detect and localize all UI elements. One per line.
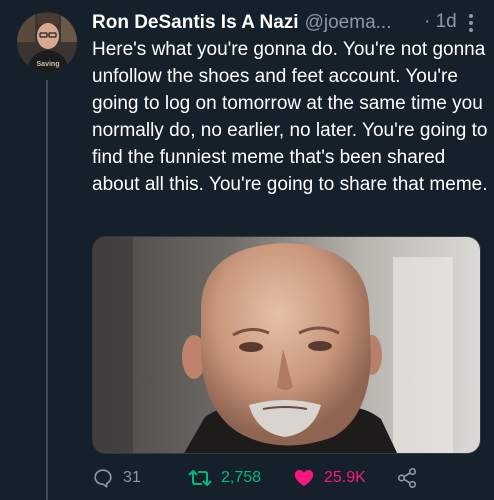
share-button[interactable]	[396, 462, 418, 494]
heart-filled-icon	[294, 470, 314, 487]
timestamp[interactable]: · 1d	[424, 11, 457, 33]
display-name[interactable]: Ron DeSantis Is A Nazi	[92, 12, 299, 34]
tweet-actions: 31 2,758 25.9K	[92, 462, 484, 494]
avatar-shirt-text: Saving	[37, 61, 60, 68]
comment-bubble-icon	[94, 469, 112, 488]
avatar-image: Saving	[17, 12, 77, 72]
thread-line	[46, 80, 48, 500]
separator-dot: ·	[424, 11, 431, 32]
like-count: 25.9K	[324, 469, 366, 486]
retweet-arrows-icon	[188, 470, 212, 486]
avatar[interactable]: Saving	[17, 12, 77, 72]
share-nodes-icon	[397, 468, 417, 488]
tweet-text: Here's what you're gonna do. You're not …	[92, 39, 488, 195]
retweet-button[interactable]: 2,758	[188, 462, 261, 494]
more-options-icon[interactable]	[464, 12, 478, 34]
media-photo	[93, 237, 480, 453]
tweet-header: Ron DeSantis Is A Nazi @joema... · 1d	[92, 10, 484, 36]
tweet[interactable]: Saving Ron DeSantis Is A Nazi @joema... …	[0, 0, 494, 500]
like-button[interactable]: 25.9K	[293, 462, 366, 494]
retweet-count: 2,758	[221, 469, 262, 486]
reply-count: 31	[123, 469, 141, 486]
time-ago: 1d	[435, 11, 457, 32]
reply-button[interactable]: 31	[92, 462, 141, 494]
tweet-media-image[interactable]	[92, 236, 481, 454]
user-handle[interactable]: @joema...	[305, 12, 392, 34]
